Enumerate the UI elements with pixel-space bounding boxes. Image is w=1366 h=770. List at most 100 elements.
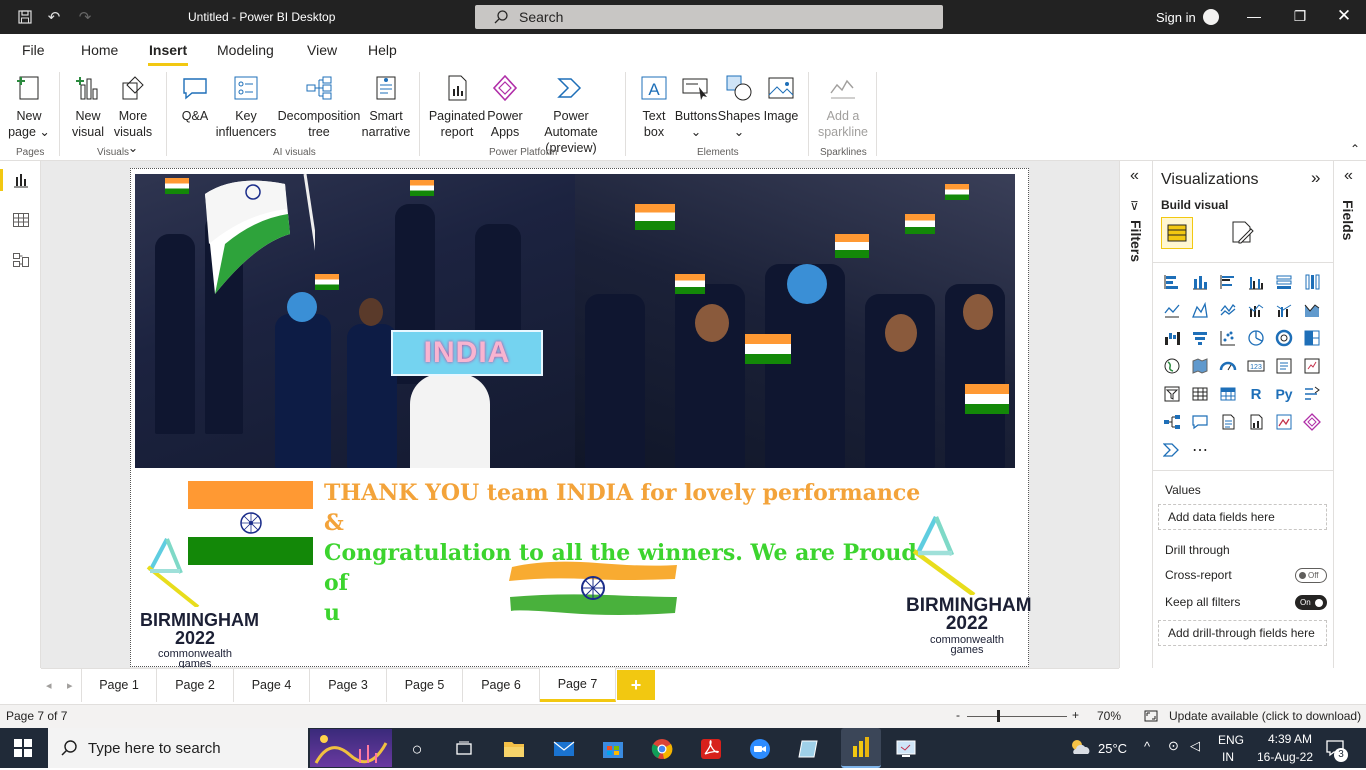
drill-through-field-well[interactable]: Add drill-through fields here <box>1158 620 1327 646</box>
more-options-icon[interactable]: ⋯ <box>1190 440 1210 460</box>
stacked-column-chart-icon[interactable] <box>1190 272 1210 292</box>
decomposition-tree-visual-icon[interactable] <box>1162 412 1182 432</box>
key-influencers-button[interactable]: Key influencers <box>215 72 277 140</box>
language-in[interactable]: IN <box>1222 750 1234 764</box>
prev-page-icon[interactable]: ◂ <box>46 679 52 692</box>
weather-temp[interactable]: 25°C <box>1098 741 1127 756</box>
clustered-column-chart-icon[interactable] <box>1246 272 1266 292</box>
taskbar-search-input[interactable]: Type here to search <box>48 728 308 768</box>
clock-date[interactable]: 16-Aug-22 <box>1250 750 1320 764</box>
clustered-bar-chart-icon[interactable] <box>1218 272 1238 292</box>
chrome-icon[interactable] <box>649 736 675 762</box>
expand-filters-icon[interactable]: « <box>1130 167 1139 185</box>
model-view-icon[interactable] <box>12 251 30 272</box>
paginated-report-visual-icon[interactable] <box>1246 412 1266 432</box>
line-and-stacked-column-chart-icon[interactable] <box>1246 300 1266 320</box>
menu-insert[interactable]: Insert <box>149 42 187 58</box>
stacked-bar-chart-icon[interactable] <box>1162 272 1182 292</box>
qa-button[interactable]: Q&A <box>177 72 213 124</box>
windows-start-icon[interactable] <box>14 739 32 760</box>
menu-modeling[interactable]: Modeling <box>217 42 274 58</box>
donut-chart-icon[interactable] <box>1274 328 1294 348</box>
redo-icon[interactable]: ↷ <box>76 8 94 26</box>
map-icon[interactable] <box>1162 356 1182 376</box>
file-explorer-icon[interactable] <box>501 736 527 762</box>
stacked-area-chart-icon[interactable] <box>1218 300 1238 320</box>
multi-row-card-icon[interactable] <box>1274 356 1294 376</box>
key-influencers-visual-icon[interactable] <box>1302 384 1322 404</box>
r-script-visual-icon[interactable]: R <box>1246 384 1266 404</box>
save-icon[interactable] <box>16 8 34 26</box>
100-stacked-column-chart-icon[interactable] <box>1302 272 1322 292</box>
store-icon[interactable] <box>600 736 626 762</box>
avatar[interactable] <box>1203 9 1219 25</box>
line-and-clustered-column-chart-icon[interactable] <box>1274 300 1294 320</box>
waterfall-chart-icon[interactable] <box>1162 328 1182 348</box>
search-highlight-image[interactable] <box>310 729 392 767</box>
power-apps-visual-icon[interactable] <box>1302 412 1322 432</box>
treemap-icon[interactable] <box>1302 328 1322 348</box>
collapse-visualizations-icon[interactable]: » <box>1311 168 1320 188</box>
zoom-out-icon[interactable]: - <box>956 708 960 722</box>
expand-fields-icon[interactable]: « <box>1344 167 1353 185</box>
search-input[interactable]: Search <box>475 5 943 29</box>
ribbon-chart-icon[interactable] <box>1302 300 1322 320</box>
cortana-icon[interactable]: ○ <box>404 736 430 762</box>
close-icon[interactable]: ✕ <box>1335 6 1353 25</box>
new-visual-button[interactable]: New visual <box>68 72 108 140</box>
clock-time[interactable]: 4:39 AM <box>1260 732 1320 746</box>
zoom-app-icon[interactable] <box>747 736 773 762</box>
page-tab-active[interactable]: Page 7 <box>540 668 616 702</box>
page-tab[interactable]: Page 5 <box>387 668 463 702</box>
card-icon[interactable]: 123 <box>1246 356 1266 376</box>
page-tab[interactable]: Page 2 <box>157 668 234 702</box>
area-chart-icon[interactable] <box>1190 300 1210 320</box>
build-visual-tab[interactable] <box>1161 217 1193 249</box>
show-hidden-icons-icon[interactable]: ^ <box>1144 739 1150 754</box>
kpi-icon[interactable] <box>1302 356 1322 376</box>
zoom-slider-thumb[interactable] <box>997 710 1000 722</box>
more-visuals-button[interactable]: More visuals ⌄ <box>110 72 156 156</box>
new-page-button[interactable]: New page ⌄ <box>8 72 50 140</box>
menu-help[interactable]: Help <box>368 42 397 58</box>
menu-file[interactable]: File <box>22 42 45 58</box>
cross-report-toggle[interactable]: Off <box>1295 568 1327 583</box>
menu-home[interactable]: Home <box>81 42 118 58</box>
power-automate-visual-icon[interactable] <box>1162 440 1182 460</box>
acrobat-icon[interactable] <box>698 736 724 762</box>
mail-icon[interactable] <box>551 736 577 762</box>
filled-map-icon[interactable] <box>1190 356 1210 376</box>
update-available-link[interactable]: Update available (click to download) <box>1169 709 1361 723</box>
pie-chart-icon[interactable] <box>1246 328 1266 348</box>
sign-in-link[interactable]: Sign in <box>1156 10 1196 25</box>
power-automate-button[interactable]: Power Automate (preview) <box>526 72 616 156</box>
add-sparkline-button[interactable]: Add a sparkline <box>816 72 870 140</box>
notes-app-icon[interactable] <box>796 736 822 762</box>
decomposition-tree-button[interactable]: Decomposition tree <box>278 72 360 140</box>
weather-icon[interactable] <box>1068 737 1092 760</box>
format-visual-tab[interactable] <box>1229 219 1255 248</box>
restore-icon[interactable]: ❐ <box>1291 8 1309 26</box>
zoom-slider[interactable] <box>967 716 1067 717</box>
values-field-well[interactable]: Add data fields here <box>1158 504 1327 530</box>
table-icon[interactable] <box>1190 384 1210 404</box>
funnel-chart-icon[interactable] <box>1190 328 1210 348</box>
fit-to-page-icon[interactable] <box>1143 708 1159 727</box>
image-button[interactable]: Image <box>761 72 801 124</box>
zoom-in-icon[interactable]: + <box>1072 708 1079 722</box>
page-tab[interactable]: Page 1 <box>81 668 157 702</box>
network-icon[interactable]: ⊙ <box>1168 738 1179 754</box>
buttons-button[interactable]: Buttons ⌄ <box>675 72 717 140</box>
language-eng[interactable]: ENG <box>1218 733 1244 747</box>
100-stacked-bar-chart-icon[interactable] <box>1274 272 1294 292</box>
page-tab[interactable]: Page 4 <box>234 668 310 702</box>
text-box-button[interactable]: A Text box <box>636 72 672 140</box>
next-page-icon[interactable]: ▸ <box>67 679 73 692</box>
add-page-button[interactable]: + <box>617 670 655 700</box>
remote-desktop-icon[interactable] <box>893 736 919 762</box>
data-view-icon[interactable] <box>12 211 30 232</box>
undo-icon[interactable]: ↶ <box>45 8 63 26</box>
line-chart-icon[interactable] <box>1162 300 1182 320</box>
gauge-icon[interactable] <box>1218 356 1238 376</box>
power-apps-button[interactable]: Power Apps <box>486 72 524 140</box>
